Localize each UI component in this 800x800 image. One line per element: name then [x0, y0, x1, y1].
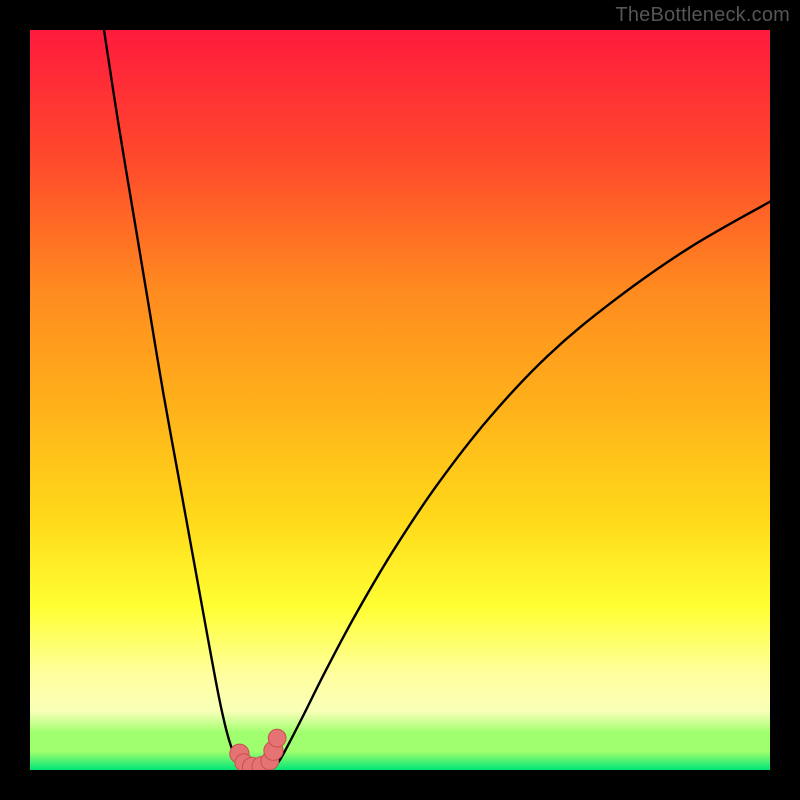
chart-stage: TheBottleneck.com	[0, 0, 800, 800]
plot-svg	[30, 30, 770, 770]
watermark-text: TheBottleneck.com	[615, 4, 790, 27]
plot-area	[30, 30, 770, 770]
gradient-background	[30, 30, 770, 770]
valley-marker	[268, 729, 286, 747]
